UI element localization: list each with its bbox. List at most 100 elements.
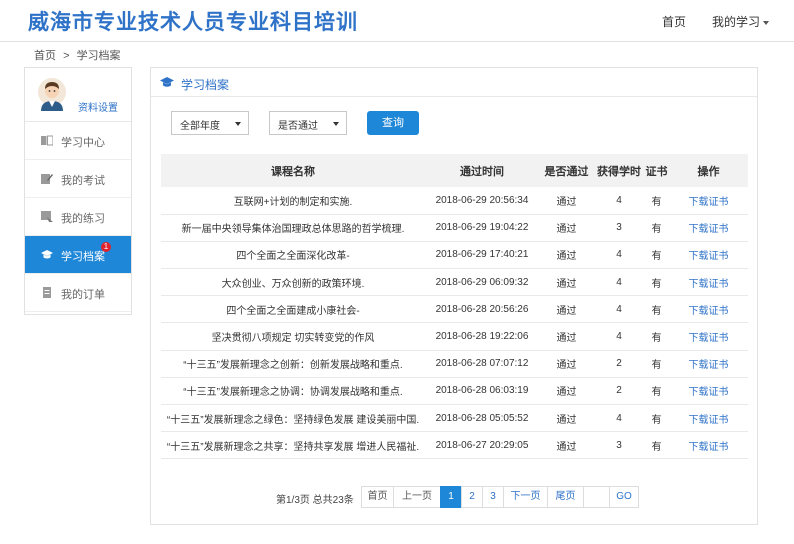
page-number-2[interactable]: 2: [461, 486, 483, 508]
breadcrumb: 首页 > 学习档案: [34, 47, 125, 63]
cell-course-name: “十三五”发展新理念之创新：创新发展战略和重点.: [161, 350, 425, 378]
download-certificate-link[interactable]: 下载证书: [669, 350, 748, 378]
breadcrumb-home[interactable]: 首页: [34, 50, 56, 62]
query-button[interactable]: 查询: [367, 111, 419, 135]
year-select[interactable]: 全部年度: [171, 111, 249, 135]
cell-passed: 通过: [539, 214, 594, 242]
profile-settings-link[interactable]: 资料设置: [78, 99, 118, 114]
cell-passed: 通过: [539, 268, 594, 297]
panel-title: 学习档案: [181, 78, 230, 92]
page-next-button[interactable]: 下一页: [503, 486, 548, 508]
cell-hours: 3: [594, 431, 644, 460]
cell-pass-time: 2018-06-28 20:56:26: [425, 295, 539, 324]
table-row: 大众创业、万众创新的政策环境. 2018-06-29 06:09:32 通过 4 有下载…: [161, 268, 748, 297]
book-icon: [41, 135, 53, 146]
col-pass-time: 通过时间: [425, 154, 539, 187]
col-passed: 是否通过: [539, 154, 594, 187]
profile-card: 资料设置: [25, 68, 131, 122]
cell-pass-time: 2018-06-28 06:03:19: [425, 377, 539, 406]
cell-course-name: “十三五”发展新理念之绿色：坚持绿色发展 建设美丽中国.: [161, 404, 425, 433]
download-certificate-link[interactable]: 下载证书: [669, 241, 748, 270]
page-last-button[interactable]: 尾页: [547, 486, 584, 508]
cell-certificate: 有: [644, 322, 669, 351]
cell-pass-time: 2018-06-29 19:04:22: [425, 214, 539, 242]
pass-status-select[interactable]: 是否通过: [269, 111, 347, 135]
cell-hours: 4: [594, 295, 644, 324]
cell-course-name: 四个全面之全面深化改革-: [161, 241, 425, 270]
cell-passed: 通过: [539, 322, 594, 351]
col-hours: 获得学时: [594, 154, 644, 187]
page-go-button[interactable]: GO: [609, 486, 639, 508]
download-certificate-link[interactable]: 下载证书: [669, 187, 748, 215]
cell-course-name: “十三五”发展新理念之协调：协调发展战略和重点.: [161, 377, 425, 406]
graduation-cap-icon: [41, 250, 53, 259]
cell-pass-time: 2018-06-29 20:56:34: [425, 187, 539, 215]
breadcrumb-separator: >: [63, 50, 70, 62]
cell-course-name: “十三五”发展新理念之共享：坚持共享发展 增进人民福祉.: [161, 431, 425, 460]
cell-passed: 通过: [539, 295, 594, 324]
cell-hours: 4: [594, 404, 644, 433]
page-number-3[interactable]: 3: [482, 486, 504, 508]
exam-edit-icon: [41, 174, 53, 184]
nav-my-learning-dropdown[interactable]: 我的学习: [712, 13, 770, 30]
sidebar: 资料设置 学习中心 我的考试 我的练习 学习档案 1 我的订单: [24, 67, 132, 315]
download-certificate-link[interactable]: 下载证书: [669, 377, 748, 406]
download-certificate-link[interactable]: 下载证书: [669, 404, 748, 433]
col-action: 操作: [669, 154, 748, 187]
cell-certificate: 有: [644, 431, 669, 460]
cell-pass-time: 2018-06-29 06:09:32: [425, 268, 539, 297]
table-row: 新一届中央领导集体治国理政总体思路的哲学梳理. 2018-06-29 19:04:…: [161, 214, 748, 242]
cell-passed: 通过: [539, 241, 594, 270]
cell-pass-time: 2018-06-28 19:22:06: [425, 322, 539, 351]
table-row: 互联网+计划的制定和实施. 2018-06-29 20:56:34 通过 4 有下载证书: [161, 187, 748, 215]
site-title[interactable]: 威海市专业技术人员专业科目培训: [28, 6, 358, 36]
notification-badge: 1: [101, 242, 111, 252]
page-first-button[interactable]: 首页: [361, 486, 394, 508]
cell-hours: 4: [594, 322, 644, 351]
cell-hours: 4: [594, 187, 644, 215]
sidebar-item-my-orders[interactable]: 我的订单: [25, 274, 131, 312]
cell-course-name: 坚决贯彻八项规定 切实转变党的作风: [161, 322, 425, 351]
chevron-down-icon: [333, 122, 339, 126]
cell-hours: 4: [594, 241, 644, 270]
pagination-info: 第1/3页 总共23条: [276, 495, 354, 506]
sidebar-item-label: 学习中心: [61, 137, 105, 149]
cell-certificate: 有: [644, 214, 669, 242]
table-row: 坚决贯彻八项规定 切实转变党的作风 2018-06-28 19:22:06 通过 4 有…: [161, 322, 748, 351]
cell-hours: 3: [594, 214, 644, 242]
page-jump-input[interactable]: [583, 486, 610, 508]
nav-home-link[interactable]: 首页: [662, 13, 686, 30]
cell-pass-time: 2018-06-28 07:07:12: [425, 350, 539, 378]
download-certificate-link[interactable]: 下载证书: [669, 431, 748, 460]
sidebar-item-label: 我的考试: [61, 175, 105, 187]
sidebar-item-learning-center[interactable]: 学习中心: [25, 122, 131, 160]
cell-passed: 通过: [539, 377, 594, 406]
cell-certificate: 有: [644, 295, 669, 324]
download-certificate-link[interactable]: 下载证书: [669, 322, 748, 351]
cell-certificate: 有: [644, 241, 669, 270]
page-prev-button[interactable]: 上一页: [393, 486, 441, 508]
table-row: 四个全面之全面深化改革- 2018-06-29 17:40:21 通过 4 有下载证书: [161, 241, 748, 270]
table-row: 四个全面之全面建成小康社会- 2018-06-28 20:56:26 通过 4 有下载证…: [161, 295, 748, 324]
download-certificate-link[interactable]: 下载证书: [669, 268, 748, 297]
sidebar-item-label: 我的订单: [61, 289, 105, 301]
sidebar-item-my-exams[interactable]: 我的考试: [25, 160, 131, 198]
cell-hours: 4: [594, 268, 644, 297]
cell-certificate: 有: [644, 350, 669, 378]
document-icon: [43, 287, 51, 298]
cell-certificate: 有: [644, 404, 669, 433]
avatar[interactable]: [37, 77, 67, 111]
table-row: “十三五”发展新理念之创新：创新发展战略和重点. 2018-06-28 07:07…: [161, 350, 748, 378]
download-certificate-link[interactable]: 下载证书: [669, 214, 748, 242]
cell-certificate: 有: [644, 377, 669, 406]
practice-icon: [41, 211, 53, 222]
chevron-down-icon: [235, 122, 241, 126]
download-certificate-link[interactable]: 下载证书: [669, 295, 748, 324]
sidebar-item-my-practice[interactable]: 我的练习: [25, 198, 131, 236]
cell-passed: 通过: [539, 187, 594, 215]
sidebar-item-learning-archive[interactable]: 学习档案 1: [25, 236, 131, 274]
cell-pass-time: 2018-06-28 05:05:52: [425, 404, 539, 433]
page-number-1[interactable]: 1: [440, 486, 462, 508]
caret-down-icon: [763, 20, 770, 25]
cell-hours: 2: [594, 377, 644, 406]
